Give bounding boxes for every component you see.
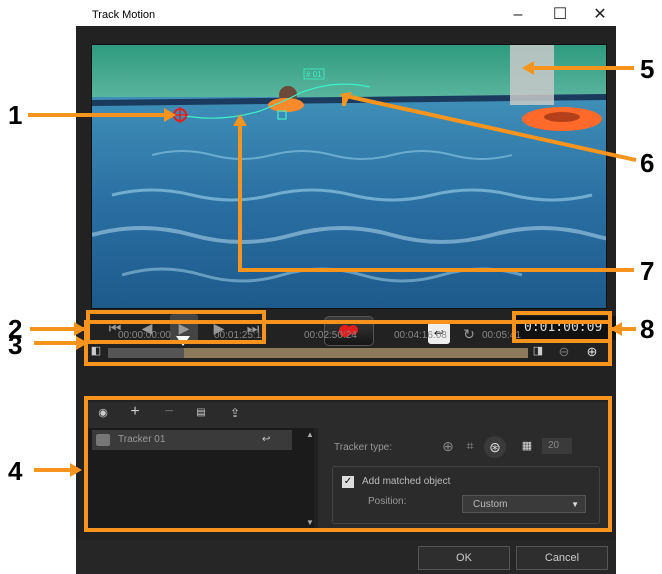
annotation-number: 6: [640, 148, 655, 178]
annotation-number: 5: [640, 54, 655, 84]
annotation-arrows: [70, 61, 637, 477]
annotation-number: 7: [640, 256, 655, 286]
annotation-number: 1: [8, 100, 23, 130]
annotation-number: 8: [640, 314, 655, 344]
annotation-number: 4: [8, 456, 23, 486]
annotation-number: 3: [8, 330, 23, 360]
